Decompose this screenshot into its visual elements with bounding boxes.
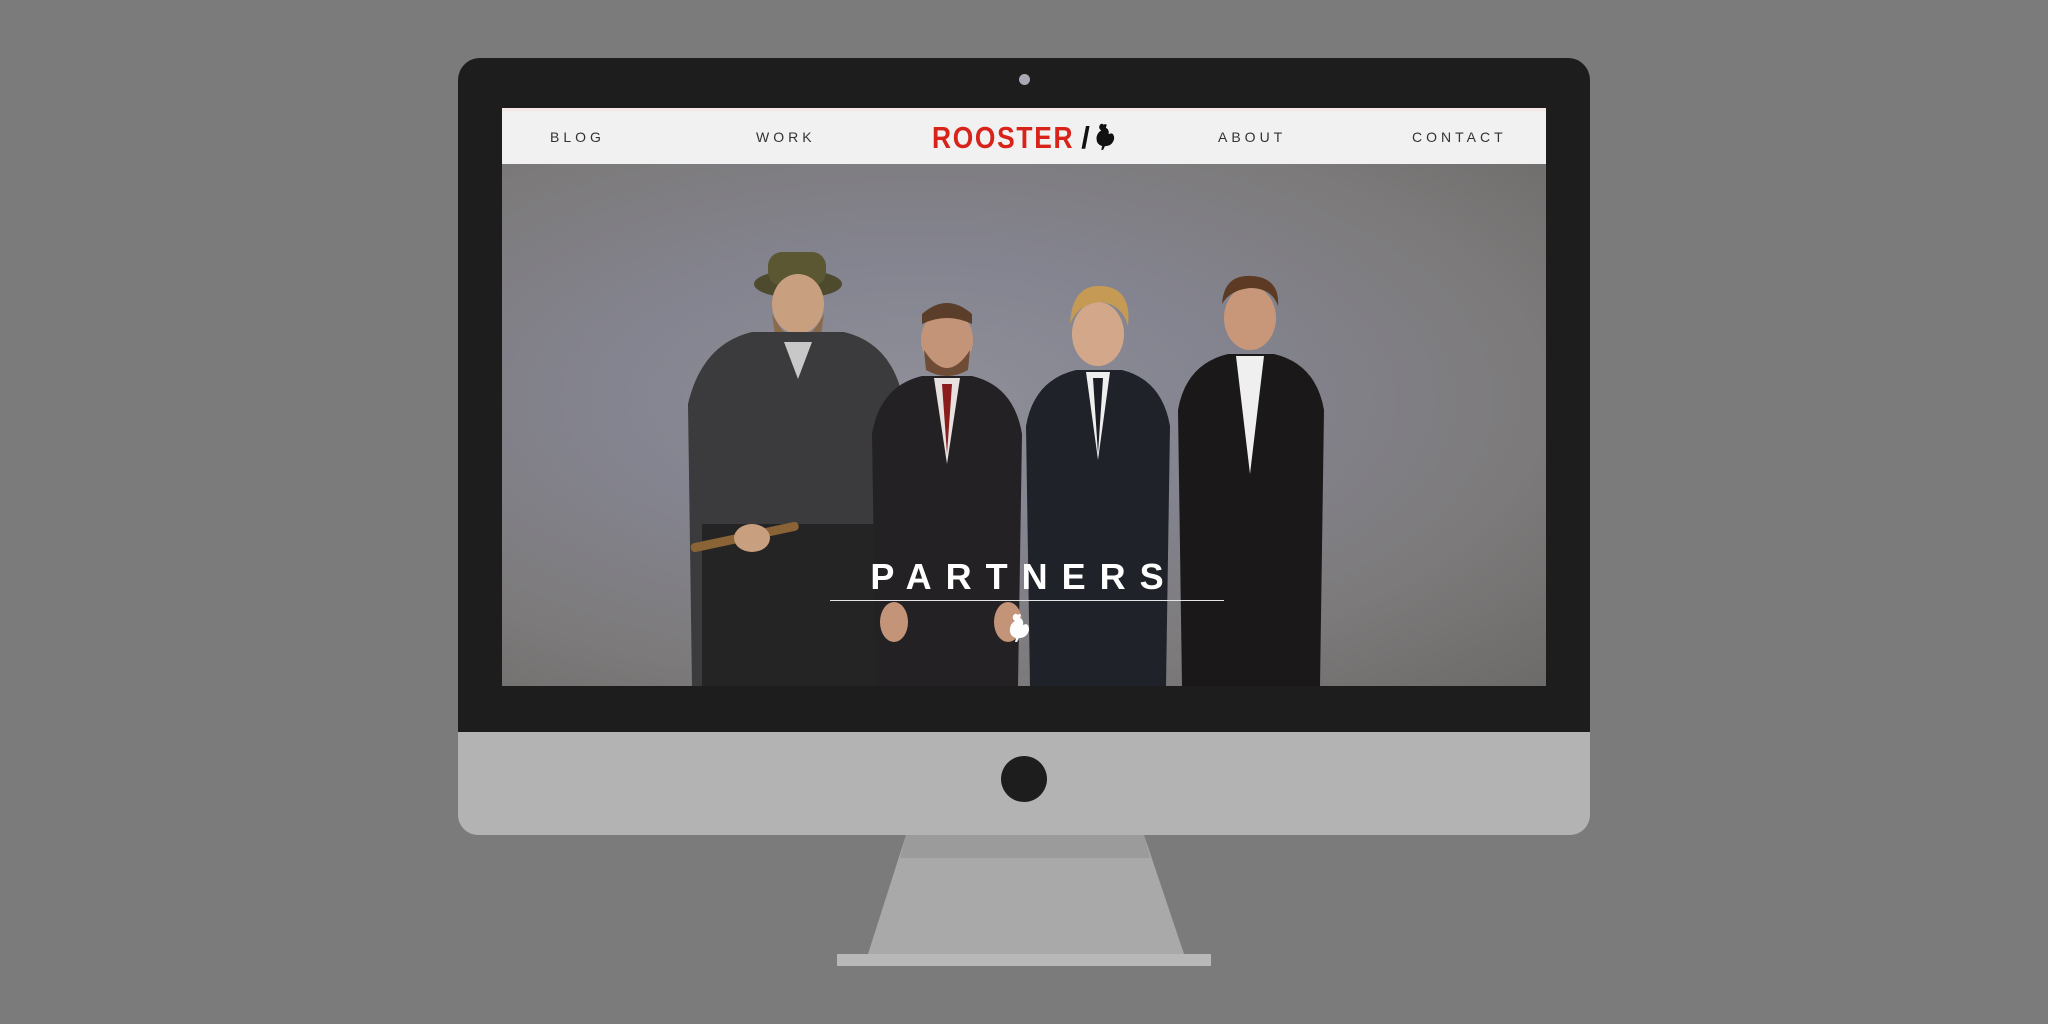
imac-mockup: PARTNERS BLOG WORK ROOSTER / ABOUT CONTA… <box>0 0 2048 1024</box>
partner-figure-1 <box>688 252 904 686</box>
partners-portrait-image <box>688 252 1324 686</box>
hero-title: PARTNERS <box>870 556 1178 597</box>
website-screen: PARTNERS BLOG WORK ROOSTER / ABOUT CONTA… <box>502 108 1546 686</box>
nav-link-blog[interactable]: BLOG <box>550 129 605 145</box>
top-navigation: BLOG WORK ROOSTER / ABOUT CONTACT <box>502 108 1546 164</box>
brand-slash: / <box>1081 120 1090 155</box>
partner-figure-2 <box>872 303 1022 686</box>
nav-link-about[interactable]: ABOUT <box>1218 129 1286 145</box>
brand-logo[interactable]: ROOSTER / <box>932 118 1116 158</box>
rooster-icon <box>1005 612 1031 647</box>
apple-logo-icon <box>1001 756 1047 802</box>
title-underline <box>830 600 1224 601</box>
rooster-icon <box>1092 122 1116 155</box>
nav-link-contact[interactable]: CONTACT <box>1412 129 1507 145</box>
nav-link-work[interactable]: WORK <box>756 129 816 145</box>
partner-figure-3 <box>1026 285 1170 686</box>
camera-icon <box>1019 74 1030 85</box>
hero-section: PARTNERS <box>502 164 1546 686</box>
partner-figure-4 <box>1178 275 1324 686</box>
brand-name: ROOSTER <box>932 120 1075 155</box>
